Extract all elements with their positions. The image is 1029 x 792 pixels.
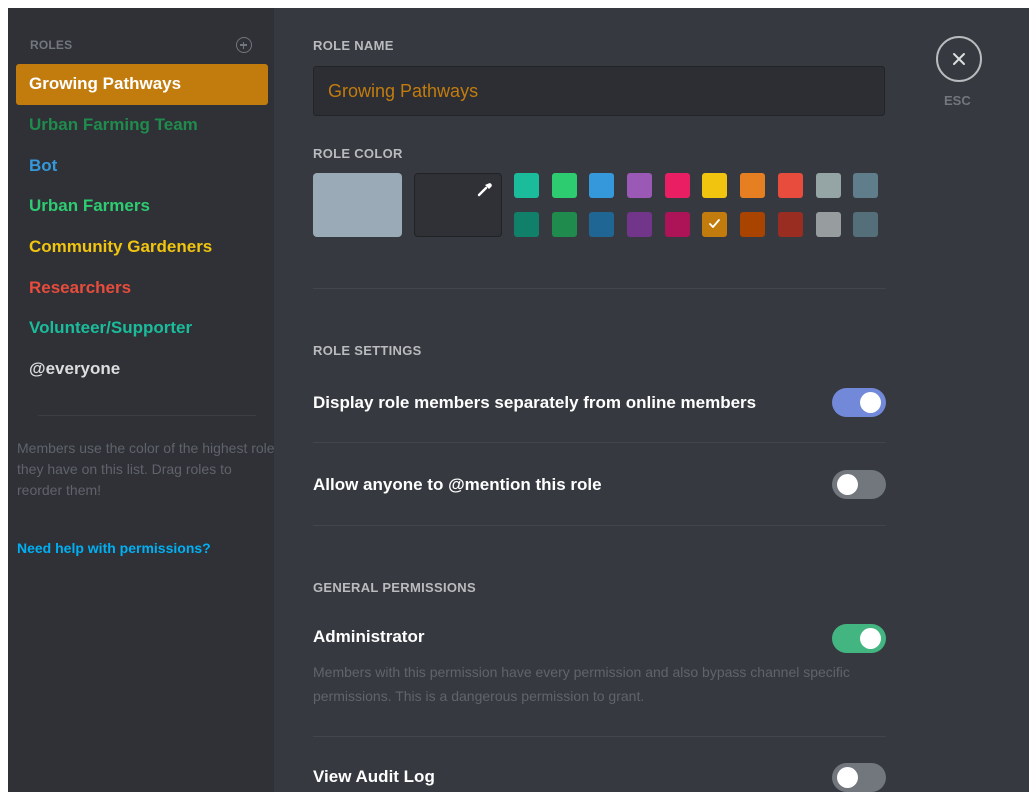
role-item[interactable]: Growing Pathways <box>16 64 268 105</box>
role-label: Community Gardeners <box>29 237 213 257</box>
role-item[interactable]: Community Gardeners <box>16 227 268 268</box>
setting-divider <box>313 442 886 443</box>
color-swatch[interactable] <box>853 212 879 237</box>
role-item[interactable]: Bot <box>16 145 268 186</box>
administrator-label: Administrator <box>313 627 425 646</box>
role-label: Bot <box>29 155 58 175</box>
permissions-help-link[interactable]: Need help with permissions? <box>17 540 211 556</box>
administrator-toggle[interactable] <box>832 624 886 653</box>
view-audit-log-toggle[interactable] <box>832 763 886 792</box>
allow-mention-bold: @mention <box>448 475 531 494</box>
role-name-title: ROLE NAME <box>313 38 394 53</box>
section-divider <box>313 288 886 289</box>
color-swatch[interactable] <box>815 212 841 237</box>
toggle-knob <box>837 767 858 788</box>
color-swatch[interactable] <box>627 212 653 237</box>
role-settings-title: ROLE SETTINGS <box>313 343 422 358</box>
window-frame-top <box>0 0 1029 8</box>
color-swatch[interactable] <box>514 173 539 198</box>
setting-divider <box>313 525 886 526</box>
toggle-knob <box>837 474 858 495</box>
role-label: Urban Farmers <box>29 196 150 216</box>
allow-mention-label: Allow anyone to @mention this role <box>313 475 602 495</box>
color-swatch[interactable] <box>777 173 803 198</box>
color-swatch[interactable] <box>777 212 803 237</box>
role-color-title: ROLE COLOR <box>313 146 403 161</box>
role-label: Researchers <box>29 277 132 297</box>
add-role-icon[interactable] <box>236 37 252 53</box>
esc-label: ESC <box>944 93 971 108</box>
color-swatch[interactable] <box>627 173 653 198</box>
color-swatch[interactable] <box>664 212 690 237</box>
close-icon <box>953 53 965 65</box>
color-swatch[interactable] <box>551 212 577 237</box>
role-label: Volunteer/Supporter <box>29 318 193 338</box>
default-color-swatch[interactable] <box>313 173 402 237</box>
color-swatch[interactable] <box>740 212 766 237</box>
sidebar-help-text: Members use the color of the highest rol… <box>17 440 275 498</box>
color-swatch[interactable] <box>589 212 615 237</box>
view-audit-log-label: View Audit Log <box>313 767 435 786</box>
window-frame-left <box>0 0 8 792</box>
role-label: Urban Farming Team <box>29 115 198 135</box>
role-label: Growing Pathways <box>29 74 182 94</box>
checkmark-icon <box>709 219 721 228</box>
role-list: Growing Pathways Urban Farming Team Bot … <box>16 64 268 390</box>
roles-header: ROLES <box>30 38 73 52</box>
color-swatch[interactable] <box>815 173 841 198</box>
sidebar-divider <box>38 415 256 416</box>
display-separately-toggle[interactable] <box>832 388 886 417</box>
allow-mention-toggle[interactable] <box>832 470 886 499</box>
allow-mention-suffix: this role <box>530 475 602 494</box>
toggle-knob <box>860 628 881 649</box>
close-button[interactable] <box>936 36 982 82</box>
color-swatch[interactable] <box>551 173 577 198</box>
toggle-knob <box>860 392 881 413</box>
role-item[interactable]: Urban Farmers <box>16 186 268 227</box>
administrator-description: Members with this permission have every … <box>313 664 850 704</box>
color-swatch[interactable] <box>740 173 766 198</box>
color-swatch[interactable] <box>664 173 690 198</box>
role-item[interactable]: Volunteer/Supporter <box>16 308 268 349</box>
color-swatch-grid <box>514 173 886 237</box>
general-permissions-title: GENERAL PERMISSIONS <box>313 580 476 595</box>
color-swatch[interactable] <box>702 212 728 237</box>
role-item[interactable]: Researchers <box>16 267 268 308</box>
allow-mention-prefix: Allow anyone to <box>313 475 449 494</box>
color-swatch[interactable] <box>702 173 728 198</box>
role-name-input[interactable] <box>313 66 885 116</box>
color-swatch[interactable] <box>514 212 539 237</box>
setting-divider <box>313 736 886 737</box>
role-item[interactable]: Urban Farming Team <box>16 105 268 146</box>
color-swatch[interactable] <box>853 173 879 198</box>
role-item[interactable]: @everyone <box>16 349 268 390</box>
role-label: @everyone <box>29 359 121 379</box>
eyedropper-icon <box>477 183 492 197</box>
display-separately-label: Display role members separately from onl… <box>313 393 757 412</box>
color-swatch[interactable] <box>589 173 615 198</box>
custom-color-swatch[interactable] <box>414 173 502 237</box>
roles-sidebar: ROLES Growing Pathways Urban Farming Tea… <box>8 8 275 792</box>
